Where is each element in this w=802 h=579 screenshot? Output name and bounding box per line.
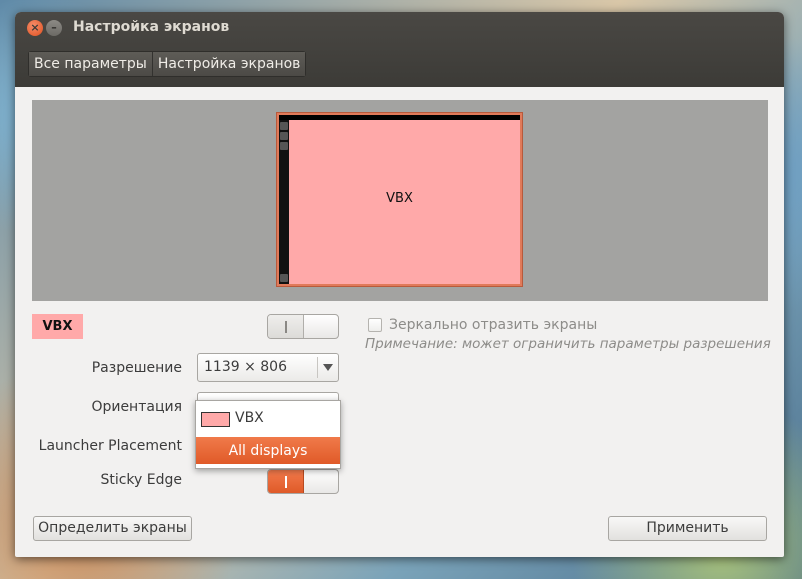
launcher-placement-dropdown: VBX All displays [195, 400, 341, 469]
display-settings-window: × – Настройка экранов Все параметры Наст… [15, 12, 784, 557]
monitor-top-panel [279, 115, 520, 120]
detect-displays-button[interactable]: Определить экраны [33, 516, 192, 541]
resolution-combo[interactable]: 1139 × 806 [197, 353, 339, 382]
launcher-icon [280, 142, 288, 150]
launcher-icon [280, 132, 288, 140]
launcher-icon [280, 274, 288, 282]
resolution-label: Разрешение [91, 360, 182, 376]
display-color-swatch [201, 412, 230, 427]
apply-button[interactable]: Применить [608, 516, 767, 541]
monitor-preview-vbx[interactable]: VBX [277, 113, 522, 286]
display-name-badge: VBX [32, 314, 83, 339]
window-title: Настройка экранов [73, 19, 230, 35]
minimize-icon[interactable]: – [46, 20, 62, 36]
dropdown-option-vbx[interactable]: VBX [196, 407, 340, 435]
monitor-arrangement-preview: VBX [32, 100, 768, 301]
close-icon[interactable]: × [27, 20, 43, 36]
sticky-edge-switch[interactable] [267, 469, 339, 494]
chevron-down-icon [323, 364, 333, 371]
title-bar: × – Настройка экранов Все параметры Наст… [15, 12, 784, 87]
breadcrumb-all-settings[interactable]: Все параметры [29, 52, 152, 76]
launcher-placement-label: Launcher Placement [38, 438, 182, 454]
launcher-icon [280, 122, 288, 130]
breadcrumb-displays[interactable]: Настройка экранов [151, 52, 306, 76]
display-power-switch[interactable] [267, 314, 339, 339]
combo-separator [317, 357, 318, 378]
dropdown-option-label: VBX [235, 410, 264, 426]
mirror-displays-checkbox[interactable] [368, 318, 382, 332]
sticky-edge-label: Sticky Edge [100, 472, 182, 488]
switch-mark-icon [285, 476, 287, 488]
mirror-displays-option[interactable]: Зеркально отразить экраны [368, 317, 597, 333]
mirror-displays-label: Зеркально отразить экраны [389, 317, 598, 333]
mirror-note: Примечание: может ограничить параметры р… [365, 336, 771, 352]
resolution-value: 1139 × 806 [204, 359, 287, 375]
orientation-label: Ориентация [91, 399, 182, 415]
monitor-label: VBX [386, 191, 413, 206]
switch-mark-icon [285, 321, 287, 333]
breadcrumb: Все параметры Настройка экранов [28, 51, 307, 77]
dropdown-option-all-displays[interactable]: All displays [196, 437, 340, 464]
